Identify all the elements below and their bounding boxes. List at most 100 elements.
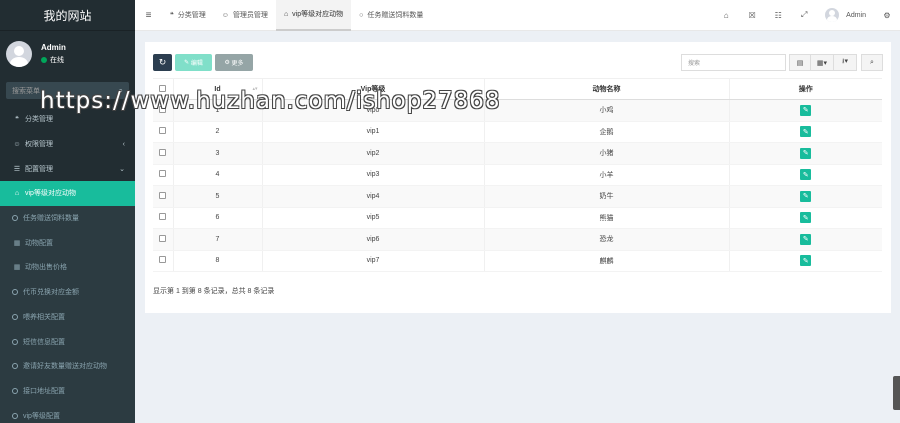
column-header-label: Vip等级 (360, 86, 386, 93)
table-search-input[interactable]: 搜索 (681, 54, 786, 71)
table-toolbar: ↻ ✎ 编辑 ⚙ 更多 (153, 54, 256, 71)
tab-label: 分类管理 (177, 12, 206, 19)
language-icon[interactable]: ☷ (765, 11, 791, 20)
more-button[interactable]: ⚙ 更多 (215, 54, 253, 71)
tab-vip-animal[interactable]: ⌂ vip等级对应动物 (275, 0, 352, 31)
header-user-menu[interactable]: Admin (817, 8, 874, 22)
cell-animal: 奶牛 (483, 185, 729, 208)
sidebar-item-sms[interactable]: 短信信息配置 (0, 329, 135, 354)
gears-icon[interactable]: ⚙ (874, 11, 900, 20)
sidebar-item-label: 代币兑换对应金额 (23, 289, 79, 297)
select-all-checkbox[interactable] (159, 84, 167, 92)
sidebar-item-task-feed[interactable]: 任务赠送饲料数量 (0, 205, 135, 231)
row-checkbox[interactable] (159, 148, 167, 156)
fullscreen-icon[interactable]: ⤢ (791, 10, 817, 20)
sidebar-item-permission[interactable]: ☺ 权限管理 ‹ (0, 132, 135, 157)
site-title[interactable]: 我的网站 (0, 0, 135, 31)
cell-animal: 小羊 (483, 164, 729, 186)
sidebar-item-animal-price[interactable]: ▦ 动物出售价格 (0, 255, 135, 280)
refresh-icon: ↻ (158, 57, 167, 67)
users-icon: ☺ (13, 140, 21, 148)
cell-id: 6 (172, 207, 262, 229)
tab-category[interactable]: ❝ 分类管理 (162, 0, 214, 31)
table-row: 6 vip5 熊猫 ✎ (153, 207, 882, 229)
row-checkbox[interactable] (159, 170, 167, 178)
row-edit-button[interactable]: ✎ (800, 147, 812, 159)
side-widget-tab[interactable] (893, 376, 900, 410)
column-header-animal: 动物名称 (483, 78, 729, 100)
sidebar-item-category[interactable]: ❝ 分类管理 (0, 107, 135, 132)
row-edit-button[interactable]: ✎ (800, 126, 812, 138)
header-actions: ⌂ ☒ ☷ ⤢ Admin ⚙ (713, 0, 900, 31)
refresh-button[interactable]: ↻ (153, 54, 172, 71)
row-checkbox[interactable] (159, 234, 167, 242)
card-view-icon: ▤ (796, 59, 804, 67)
row-edit-button[interactable]: ✎ (800, 104, 812, 116)
tab-label: 任务赠送饲料数量 (367, 12, 424, 19)
table-row: 4 vip3 小羊 ✎ (153, 164, 882, 186)
header-user-name: Admin (846, 11, 866, 19)
pencil-icon: ✎ (802, 171, 809, 179)
menu-toggle-icon[interactable]: ≡ (135, 10, 162, 21)
cell-actions: ✎ (728, 185, 882, 208)
row-select-cell (153, 142, 173, 165)
sidebar-item-config[interactable]: ☰ 配置管理 ⌄ (0, 156, 135, 181)
sidebar-item-vip-level[interactable]: vip等级配置 (0, 403, 135, 423)
export-button[interactable]: ⭳▾ (833, 54, 857, 71)
cell-vip: vip0 (261, 99, 484, 122)
sort-icon: ▴▾ (252, 86, 258, 92)
circle-icon: ○ (359, 11, 364, 19)
search-icon[interactable]: ⌕ (119, 86, 123, 96)
cell-actions: ✎ (728, 250, 882, 272)
row-edit-button[interactable]: ✎ (800, 255, 812, 267)
columns-button[interactable]: ▦▾ (810, 54, 834, 71)
advanced-search-button[interactable]: ⌕ (861, 54, 883, 71)
columns-icon: ▦▾ (816, 59, 828, 67)
row-edit-button[interactable]: ✎ (800, 169, 812, 181)
row-checkbox[interactable] (159, 256, 167, 264)
sidebar-item-invite[interactable]: 邀请好友数量赠送对应动物 (0, 353, 135, 379)
row-edit-button[interactable]: ✎ (800, 190, 812, 202)
column-header-label: Id (214, 85, 221, 93)
sidebar-item-vip-animal[interactable]: ⌂ vip等级对应动物 (0, 181, 135, 206)
sidebar-item-animal-config[interactable]: ▦ 动物配置 (0, 230, 135, 256)
tab-admin[interactable]: ☺ 管理员管理 (214, 0, 276, 31)
sidebar-search-input[interactable]: 搜索菜单 ⌕ (6, 82, 129, 99)
circle-icon (12, 313, 18, 320)
pagination-summary: 显示第 1 到第 8 条记录，总共 8 条记录 (153, 288, 275, 295)
cell-vip: vip4 (261, 185, 484, 208)
row-edit-button[interactable]: ✎ (800, 233, 812, 245)
table-row: 3 vip2 小猪 ✎ (153, 142, 882, 165)
cell-id: 7 (172, 228, 262, 251)
cell-animal: 小鸡 (483, 99, 729, 122)
chevron-down-icon: ⌄ (119, 165, 125, 173)
sidebar-item-label: 配置管理 (25, 165, 53, 173)
sidebar-item-api[interactable]: 接口地址配置 (0, 378, 135, 404)
row-select-cell (153, 250, 173, 272)
row-edit-button[interactable]: ✎ (800, 212, 812, 224)
row-select-cell (153, 228, 173, 251)
row-checkbox[interactable] (159, 127, 167, 135)
column-header-id[interactable]: Id ▴▾ (172, 78, 262, 100)
row-checkbox[interactable] (159, 105, 167, 113)
cell-vip: vip1 (261, 121, 484, 143)
sidebar-item-feeding[interactable]: 喂养相关配置 (0, 304, 135, 330)
row-select-cell (153, 185, 173, 208)
edit-button[interactable]: ✎ 编辑 (175, 54, 212, 71)
row-checkbox[interactable] (159, 191, 167, 199)
cell-animal: 恐龙 (483, 228, 729, 251)
tab-task-feed[interactable]: ○ 任务赠送饲料数量 (351, 0, 431, 31)
row-checkbox[interactable] (159, 213, 167, 221)
cell-animal: 麒麟 (483, 250, 729, 272)
circle-icon (12, 215, 18, 222)
trash-icon[interactable]: ☒ (739, 11, 765, 20)
sidebar-item-token-exchange[interactable]: 代币兑换对应金额 (0, 279, 135, 305)
circle-icon (12, 412, 18, 419)
cell-id: 4 (172, 164, 262, 186)
table-row: 1 vip0 小鸡 ✎ (153, 99, 882, 122)
card-view-button[interactable]: ▤ (789, 54, 811, 71)
cell-id: 3 (172, 142, 262, 165)
home-icon[interactable]: ⌂ (713, 11, 739, 20)
avatar (6, 41, 32, 67)
pencil-icon: ✎ (802, 128, 809, 136)
